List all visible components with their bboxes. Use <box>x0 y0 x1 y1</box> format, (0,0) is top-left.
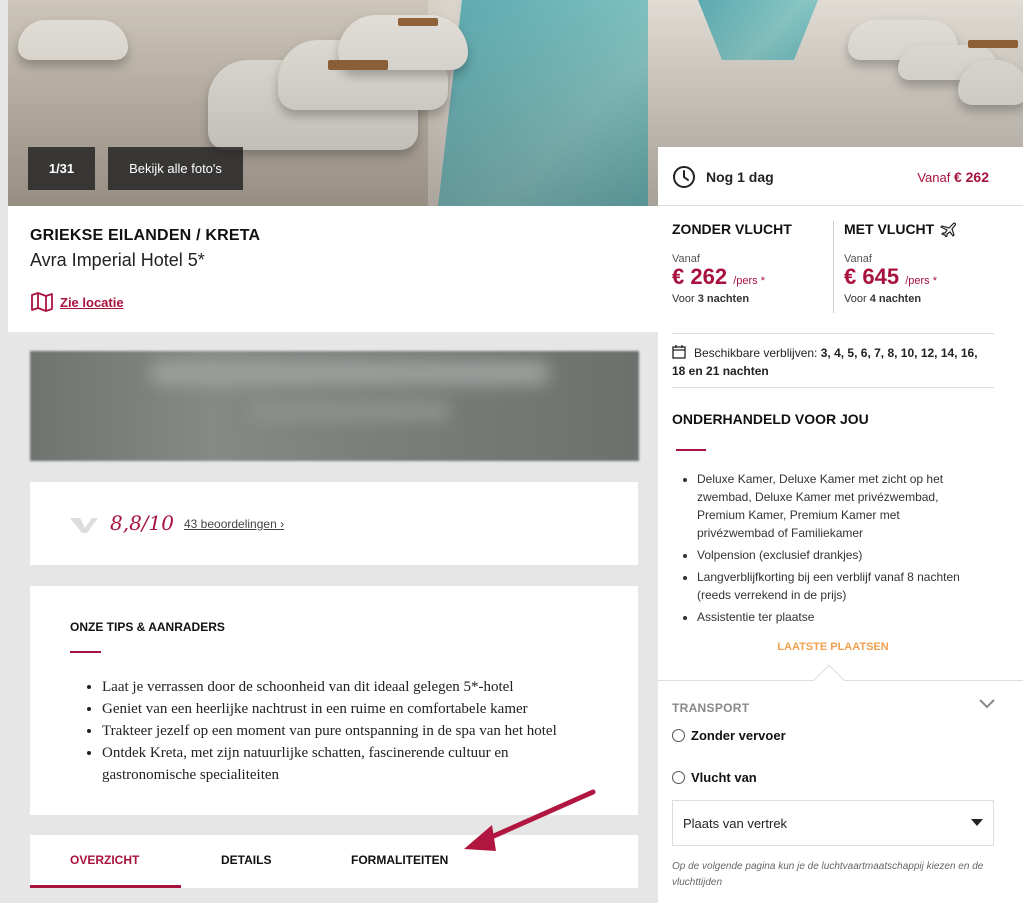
option-per: /pers * <box>733 275 765 287</box>
calendar-icon <box>672 345 686 359</box>
airplane-icon <box>940 222 957 237</box>
view-all-photos-button[interactable]: Bekijk alle foto's <box>108 147 243 190</box>
title-underline <box>676 449 706 451</box>
radio-circle[interactable] <box>672 729 685 742</box>
option-per: /pers * <box>905 275 937 287</box>
tip-item: Ontdek Kreta, met zijn natuurlijke schat… <box>102 742 592 786</box>
deal-item: Volpension (exclusief drankjes) <box>697 546 967 564</box>
option-price-value: € 645 <box>844 264 900 289</box>
option-title: MET VLUCHT <box>844 221 935 237</box>
option-nights-value: 3 nachten <box>697 293 750 305</box>
tab-details[interactable]: DETAILS <box>221 853 271 867</box>
price-from-label: Vanaf <box>917 170 951 185</box>
option-nights: Voor 3 nachten <box>672 293 837 305</box>
deal-item: Deluxe Kamer, Deluxe Kamer met zicht op … <box>697 470 967 542</box>
option-without-flight[interactable]: ZONDER VLUCHT Vanaf € 262 /pers * Voor 3… <box>672 221 837 305</box>
transport-note: Op de volgende pagina kun je de luchtvaa… <box>672 861 984 888</box>
option-nights-value: 4 nachten <box>869 293 922 305</box>
departure-select-value: Plaats van vertrek <box>683 815 788 831</box>
divider <box>672 333 994 334</box>
active-tab-indicator <box>30 885 181 888</box>
countdown-text: Nog 1 dag <box>706 169 774 185</box>
deal-item: Langverblijfkorting bij een verblijf van… <box>697 568 967 604</box>
radio-flight-from[interactable]: Vlucht van <box>672 770 757 785</box>
tip-item: Trakteer jezelf op een moment van pure o… <box>102 720 592 742</box>
chevron-down-icon[interactable] <box>979 699 995 709</box>
title-underline <box>70 651 101 653</box>
price-from-top: Vanaf € 262 <box>917 169 989 185</box>
available-stays-label: Beschikbare verblijven: <box>694 346 818 360</box>
see-location-label: Zie locatie <box>60 294 124 310</box>
option-title: ZONDER VLUCHT <box>672 221 792 237</box>
transport-section: TRANSPORT Zonder vervoer Vlucht van Plaa… <box>658 680 1023 903</box>
blurred-banner <box>30 351 639 461</box>
deal-title: ONDERHANDELD VOOR JOU <box>672 411 869 427</box>
available-stays: Beschikbare verblijven: 3, 4, 5, 6, 7, 8… <box>672 344 992 380</box>
chevron-right-icon: › <box>280 517 285 531</box>
option-nights-prefix: Voor <box>844 293 867 305</box>
photo-counter: 1/31 <box>28 147 95 190</box>
departure-select[interactable]: Plaats van vertrek <box>672 800 994 846</box>
rating-score: 8,8/10 <box>110 511 174 535</box>
reviews-link-label: 43 beoordelingen <box>184 517 277 531</box>
option-nights-prefix: Voor <box>672 293 695 305</box>
option-price: € 262 /pers * <box>672 265 837 293</box>
price-from-value: € 262 <box>953 169 989 185</box>
option-price: € 645 /pers * <box>844 265 1009 293</box>
option-separator <box>833 221 834 313</box>
tips-title: ONZE TIPS & AANRADERS <box>70 620 225 634</box>
transport-title: TRANSPORT <box>672 701 750 715</box>
reviews-link[interactable]: 43 beoordelingen › <box>184 517 284 531</box>
option-price-value: € 262 <box>672 264 728 289</box>
region-title: GRIEKSE EILANDEN / KRETA <box>30 227 261 244</box>
radio-circle[interactable] <box>672 771 685 784</box>
rating-card: 8,8/10 43 beoordelingen › <box>30 482 638 565</box>
tip-item: Geniet van een heerlijke nachtrust in ee… <box>102 698 592 720</box>
caret-down-icon <box>971 819 983 826</box>
tab-formaliteiten[interactable]: FORMALITEITEN <box>351 853 448 867</box>
divider <box>672 387 994 388</box>
radio-label: Vlucht van <box>691 770 757 785</box>
option-nights: Voor 4 nachten <box>844 293 1009 305</box>
option-with-flight[interactable]: MET VLUCHT Vanaf € 645 /pers * Voor 4 na… <box>844 221 1009 305</box>
last-places-badge: LAATSTE PLAATSEN <box>777 641 889 653</box>
see-location-link[interactable]: Zie locatie <box>30 291 124 313</box>
radio-label: Zonder vervoer <box>691 728 786 743</box>
deal-item: Assistentie ter plaatse <box>697 608 967 626</box>
tips-card: ONZE TIPS & AANRADERS Laat je verrassen … <box>30 586 638 815</box>
annotation-arrow-icon <box>464 789 596 851</box>
rating-logo-icon <box>70 518 98 533</box>
hotel-name: Avra Imperial Hotel 5* <box>30 250 205 270</box>
clock-icon <box>673 166 695 188</box>
divider <box>658 205 1023 206</box>
countdown: Nog 1 dag <box>672 165 774 189</box>
tip-item: Laat je verrassen door de schoonheid van… <box>102 676 592 698</box>
tab-overzicht[interactable]: OVERZICHT <box>70 853 139 867</box>
map-icon <box>31 292 53 312</box>
radio-no-transport[interactable]: Zonder vervoer <box>672 728 786 743</box>
booking-panel: Nog 1 dag Vanaf € 262 ZONDER VLUCHT Vana… <box>658 147 1023 903</box>
